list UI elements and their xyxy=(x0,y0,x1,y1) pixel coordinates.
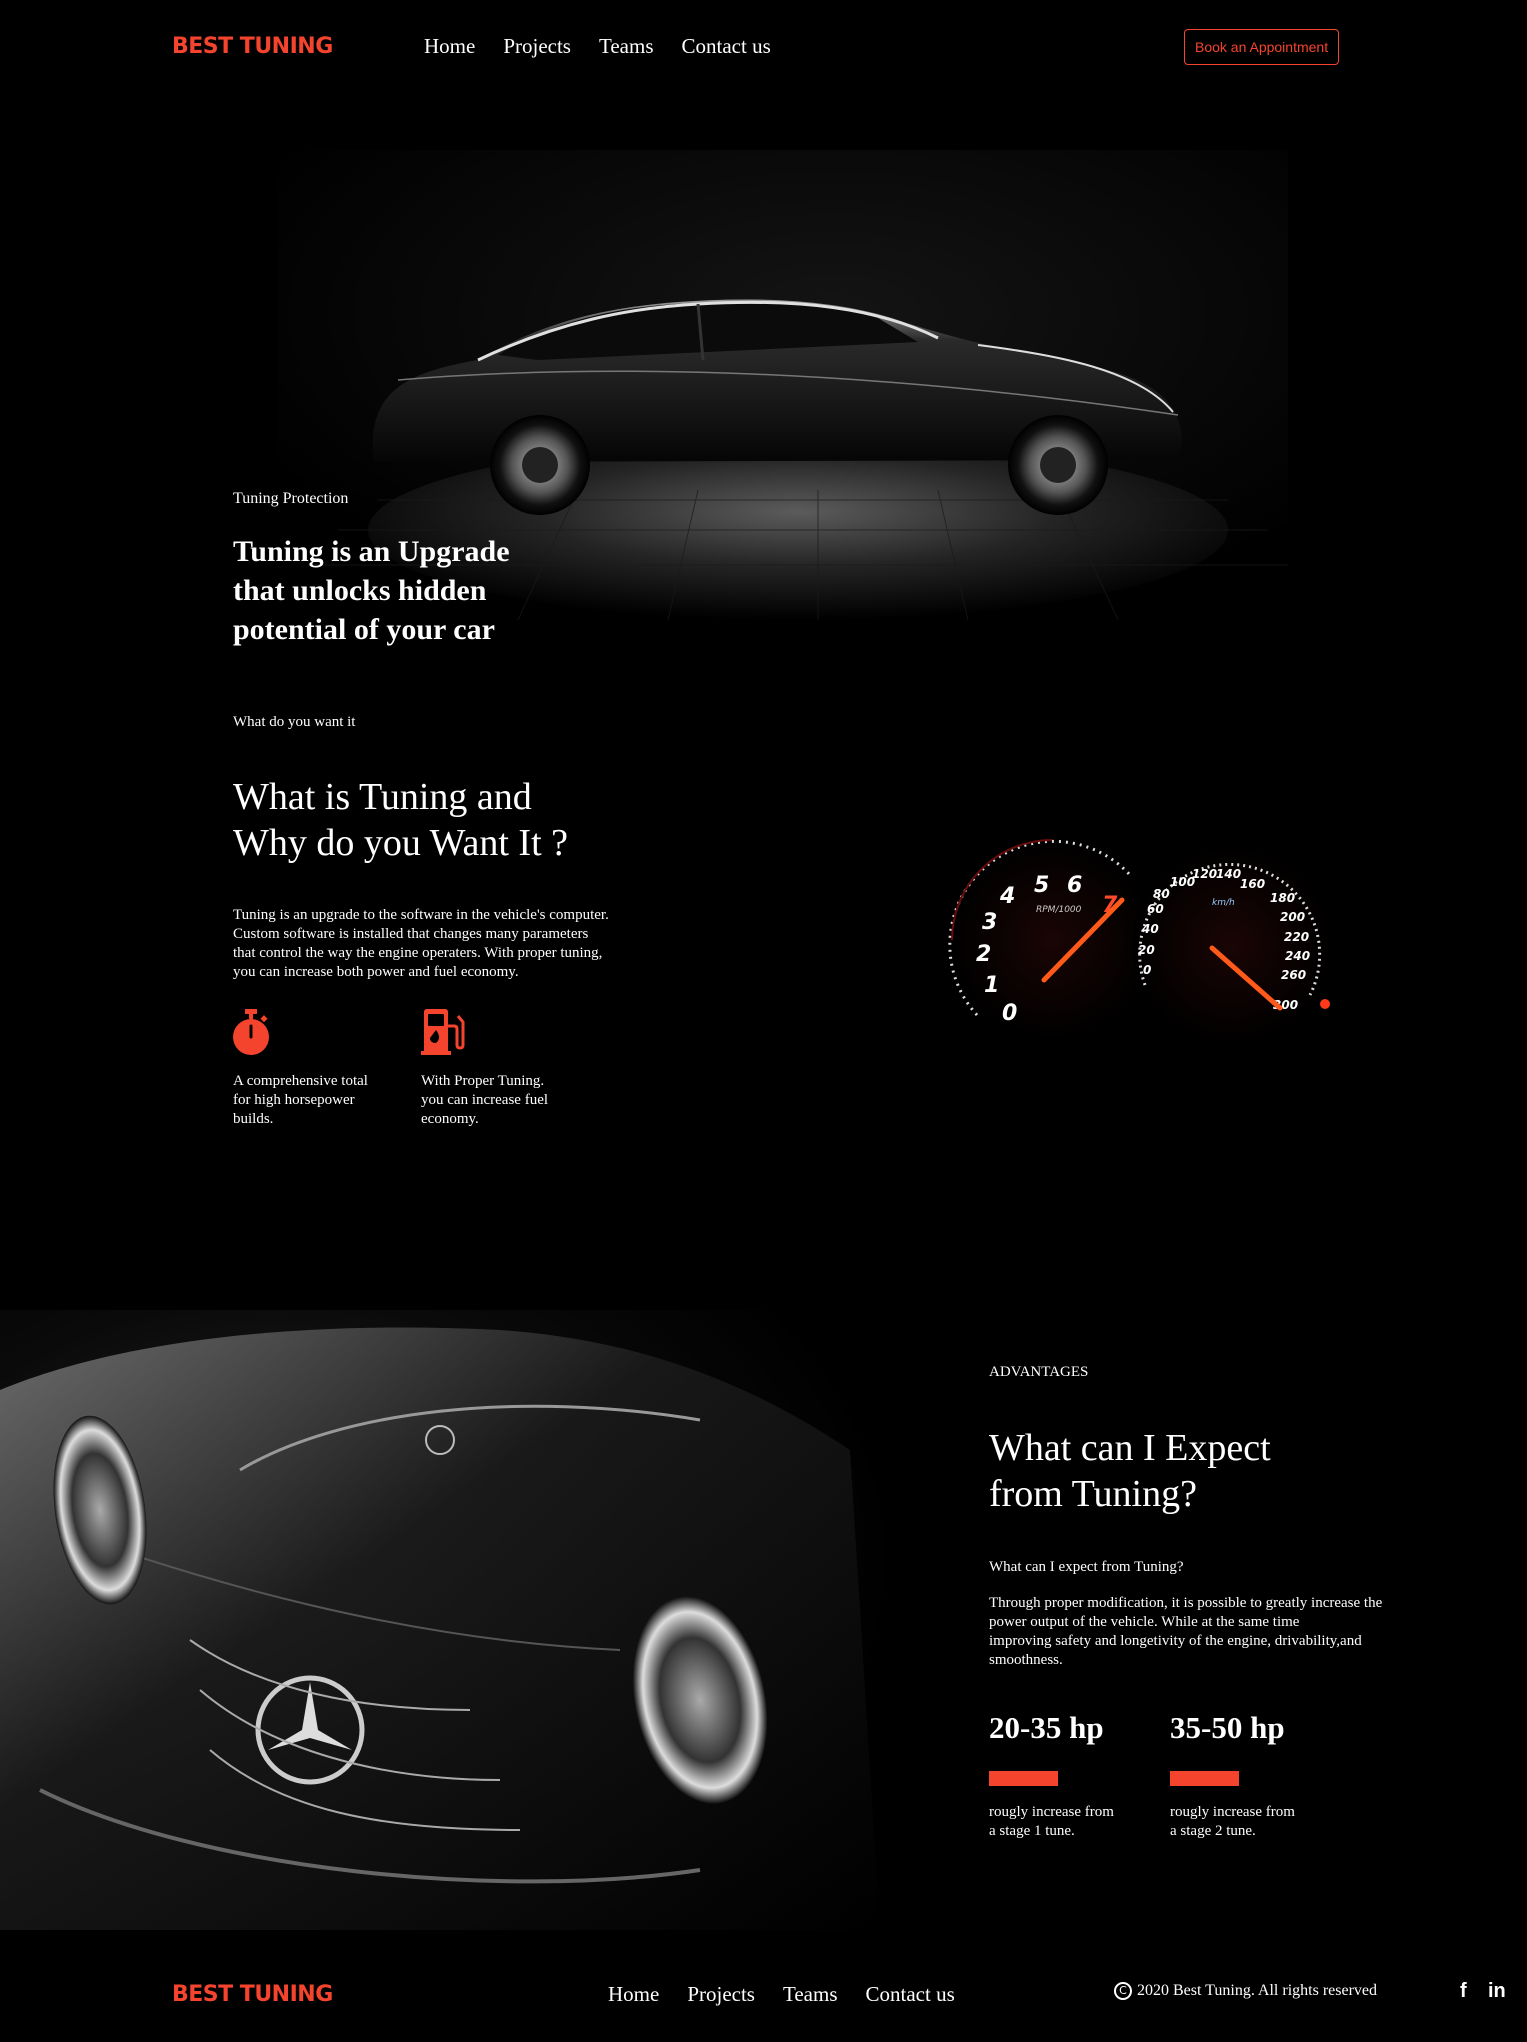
hero-title-line: potential of your car xyxy=(233,613,495,646)
facebook-icon[interactable]: f xyxy=(1460,1980,1467,2003)
nav-contact[interactable]: Contact us xyxy=(682,34,771,58)
speed-number: 240 xyxy=(1285,949,1310,963)
tach-number: 0 xyxy=(1002,1001,1017,1026)
about-paragraph-line: you can increase both power and fuel eco… xyxy=(233,964,519,980)
speed-number: 0 xyxy=(1143,963,1151,977)
advantages-title-line: from Tuning? xyxy=(989,1473,1197,1515)
feature-line: economy. xyxy=(421,1111,479,1127)
feature-line: builds. xyxy=(233,1111,274,1127)
feature-line: for high horsepower xyxy=(233,1092,355,1108)
feature-line: With Proper Tuning. xyxy=(421,1073,545,1089)
footer-nav-home[interactable]: Home xyxy=(608,1982,659,2006)
about-title-line: Why do you Want It ? xyxy=(233,822,569,864)
stat-caption-line: rougly increase from xyxy=(989,1804,1114,1820)
footer-nav-contact[interactable]: Contact us xyxy=(866,1982,955,2006)
speed-number: 40 xyxy=(1141,922,1159,936)
speed-number: 180 xyxy=(1270,891,1295,905)
stat-caption-line: a stage 1 tune. xyxy=(989,1823,1075,1839)
copyright-text: 2020 Best Tuning. All rights reserved xyxy=(1137,1982,1378,1999)
feature-line: A comprehensive total xyxy=(233,1073,368,1089)
tach-caption: RPM/1000 xyxy=(1036,905,1082,915)
speed-number: 200 xyxy=(1280,910,1305,924)
about-title-line: What is Tuning and xyxy=(233,776,532,818)
advantages-paragraph: Through proper modification, it is possi… xyxy=(989,1594,1382,1670)
about-paragraph-line: Custom software is installed that change… xyxy=(233,926,589,942)
classic-car-image xyxy=(0,1310,900,1930)
advantages-paragraph-line: smoothness. xyxy=(989,1652,1063,1668)
stat-accent-bar xyxy=(1170,1771,1239,1786)
copyright: C 2020 Best Tuning. All rights reserved xyxy=(1114,1982,1377,2000)
advantages-paragraph-line: Through proper modification, it is possi… xyxy=(989,1595,1383,1611)
stat-accent-bar xyxy=(989,1771,1058,1786)
speed-number: 160 xyxy=(1240,877,1265,891)
tach-number: 2 xyxy=(976,942,991,967)
brand-logo[interactable]: BEST TUNING xyxy=(172,34,333,59)
main-nav: Home Projects Teams Contact us xyxy=(424,34,799,59)
stat-caption: rougly increase from a stage 1 tune. xyxy=(989,1803,1114,1841)
advantages-title-line: What can I Expect xyxy=(989,1427,1271,1469)
advantages-subheading: What can I expect from Tuning? xyxy=(989,1559,1184,1575)
hero-title-line: that unlocks hidden xyxy=(233,574,487,607)
stat-caption: rougly increase from a stage 2 tune. xyxy=(1170,1803,1295,1841)
tach-number: 4 xyxy=(999,884,1015,909)
speed-number: 140 xyxy=(1216,867,1241,881)
speed-number: 80 xyxy=(1153,887,1170,901)
about-eyebrow: What do you want it xyxy=(233,714,356,730)
stat-value: 35-50 hp xyxy=(1170,1710,1285,1745)
tach-number: 6 xyxy=(1067,873,1082,898)
speed-number: 260 xyxy=(1281,968,1306,982)
book-appointment-button[interactable]: Book an Appointment xyxy=(1184,29,1340,65)
dashboard-gauges-image: 0 1 2 3 4 5 6 7 RPM/1000 0 20 40 60 80 1… xyxy=(940,820,1340,1050)
speed-number: 20 xyxy=(1138,943,1155,957)
about-title: What is Tuning and Why do you Want It ? xyxy=(233,774,568,866)
footer-nav: Home Projects Teams Contact us xyxy=(608,1982,983,2007)
about-paragraph: Tuning is an upgrade to the software in … xyxy=(233,906,609,982)
nav-projects[interactable]: Projects xyxy=(503,34,571,58)
tach-number: 1 xyxy=(984,973,999,998)
feature-line: you can increase fuel xyxy=(421,1092,549,1108)
stat-caption-line: a stage 2 tune. xyxy=(1170,1823,1256,1839)
stopwatch-icon xyxy=(231,1008,271,1061)
about-paragraph-line: Tuning is an upgrade to the software in … xyxy=(233,907,609,923)
stat-value: 20-35 hp xyxy=(989,1710,1104,1745)
tach-number: 3 xyxy=(982,910,997,935)
advantages-eyebrow: ADVANTAGES xyxy=(989,1364,1089,1380)
tach-number: 5 xyxy=(1034,873,1049,898)
feature-text: With Proper Tuning. you can increase fue… xyxy=(421,1072,548,1129)
nav-teams[interactable]: Teams xyxy=(599,34,654,58)
advantages-paragraph-line: improving safety and longetivity of the … xyxy=(989,1633,1362,1649)
hero-title-line: Tuning is an Upgrade xyxy=(233,535,510,568)
footer-nav-projects[interactable]: Projects xyxy=(687,1982,755,2006)
copyright-icon: C xyxy=(1114,1982,1132,2000)
footer-nav-teams[interactable]: Teams xyxy=(783,1982,838,2006)
speed-number: 220 xyxy=(1284,930,1309,944)
speed-number: 120 xyxy=(1192,867,1217,881)
hero-eyebrow: Tuning Protection xyxy=(233,490,349,507)
speed-caption: km/h xyxy=(1212,898,1235,908)
hero-title: Tuning is an Upgrade that unlocks hidden… xyxy=(233,532,510,649)
advantages-title: What can I Expect from Tuning? xyxy=(989,1425,1271,1517)
linkedin-icon[interactable]: in xyxy=(1488,1980,1506,2003)
nav-home[interactable]: Home xyxy=(424,34,475,58)
fuel-pump-icon xyxy=(420,1008,468,1061)
speed-number: 60 xyxy=(1147,902,1164,916)
about-paragraph-line: that control the way the engine operater… xyxy=(233,945,603,961)
feature-text: A comprehensive total for high horsepowe… xyxy=(233,1072,368,1129)
footer-logo[interactable]: BEST TUNING xyxy=(172,1982,333,2007)
advantages-paragraph-line: power output of the vehicle. While at th… xyxy=(989,1614,1300,1630)
stat-caption-line: rougly increase from xyxy=(1170,1804,1295,1820)
